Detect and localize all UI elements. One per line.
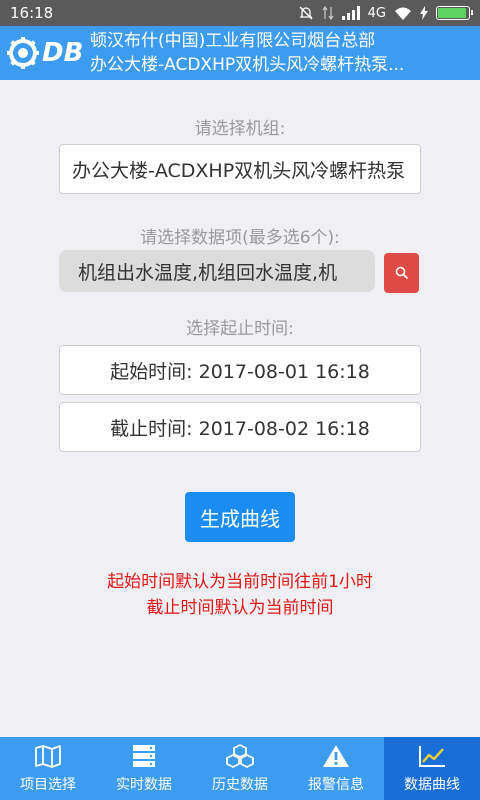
search-items-button[interactable] — [384, 253, 419, 293]
tab-label: 报警信息 — [308, 776, 364, 793]
end-time-field[interactable]: 截止时间: 2017-08-02 16:18 — [59, 402, 421, 452]
tab-label: 数据曲线 — [404, 776, 460, 793]
logo-text: DB — [42, 38, 84, 68]
status-icons: 4G — [298, 5, 473, 21]
tab-label: 项目选择 — [20, 776, 76, 793]
boxes-icon — [226, 743, 254, 768]
network-type: 4G — [367, 5, 386, 21]
map-icon — [35, 744, 61, 768]
status-bar: 16:18 4G — [0, 0, 480, 26]
data-items-field[interactable]: 机组出水温度,机组回水温度,机 — [59, 250, 375, 292]
tab-data-curve[interactable]: 数据曲线 — [384, 737, 480, 800]
signal-icon — [341, 6, 360, 20]
server-icon — [133, 744, 155, 767]
tab-alarm-info[interactable]: 报警信息 — [288, 737, 384, 800]
unit-select[interactable]: 办公大楼-ACDXHP双机头风冷螺杆热泵 — [59, 144, 421, 194]
app-header: DB 顿汉布什(中国)工业有限公司烟台总部 办公大楼-ACDXHP双机头风冷螺杆… — [0, 26, 480, 80]
note-start: 起始时间默认为当前时间往前1小时 — [107, 572, 373, 592]
line-chart-icon — [419, 745, 445, 767]
tab-project-select[interactable]: 项目选择 — [0, 737, 96, 800]
unit-label: 请选择机组: — [194, 119, 286, 139]
status-time: 16:18 — [10, 4, 54, 22]
search-icon — [395, 266, 408, 280]
wifi-icon — [395, 7, 411, 20]
battery-icon — [436, 6, 473, 20]
project-subtitle: 办公大楼-ACDXHP双机头风冷螺杆热泵... — [90, 55, 405, 75]
gear-logo-icon — [7, 37, 39, 69]
tab-history-data[interactable]: 历史数据 — [192, 737, 288, 800]
header-titles: 顿汉布什(中国)工业有限公司烟台总部 办公大楼-ACDXHP双机头风冷螺杆热泵.… — [90, 29, 470, 77]
items-label: 请选择数据项(最多选6个): — [140, 228, 340, 248]
company-title: 顿汉布什(中国)工业有限公司烟台总部 — [90, 31, 376, 51]
charging-icon — [420, 6, 428, 20]
note-end: 截止时间默认为当前时间 — [146, 598, 334, 618]
tab-label: 实时数据 — [116, 776, 172, 793]
data-arrows-icon — [322, 5, 334, 21]
curve-form: 请选择机组: 办公大楼-ACDXHP双机头风冷螺杆热泵 请选择数据项(最多选6个… — [0, 80, 480, 737]
range-label: 选择起止时间: — [186, 319, 294, 339]
warning-icon — [323, 744, 349, 767]
start-time-field[interactable]: 起始时间: 2017-08-01 16:18 — [59, 345, 421, 395]
logo: DB — [0, 26, 90, 80]
tab-realtime-data[interactable]: 实时数据 — [96, 737, 192, 800]
tab-label: 历史数据 — [212, 776, 268, 793]
bottom-tab-bar: 项目选择 实时数据 历史数据 报警信息 数据曲线 — [0, 737, 480, 800]
mute-icon — [299, 6, 313, 20]
generate-curve-button[interactable]: 生成曲线 — [185, 492, 295, 542]
